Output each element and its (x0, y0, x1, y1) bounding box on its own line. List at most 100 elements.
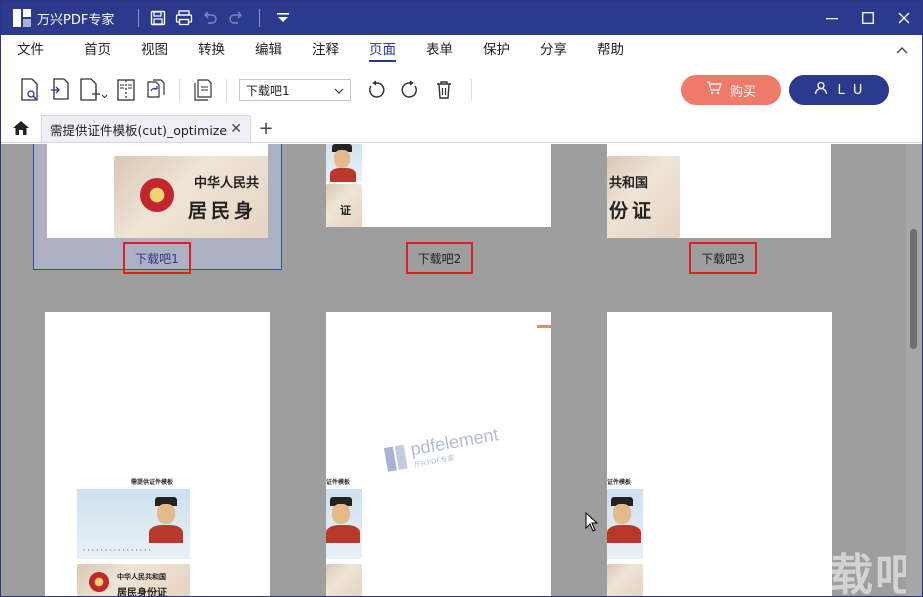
add-page-icon[interactable] (75, 73, 111, 107)
buy-button[interactable]: 购买 (681, 75, 781, 105)
card-text-line1: 共和国 (609, 176, 649, 191)
add-tab-icon[interactable]: + (251, 115, 281, 142)
rotate-right-icon[interactable] (395, 73, 425, 107)
portrait-face (332, 504, 350, 524)
id-card-front-image: · · · · · · · · · · · · · · · · (77, 489, 190, 559)
document-tab[interactable]: 需提供证件模板(cut)_optimize ✕ (41, 115, 251, 142)
scrollbar-thumb[interactable] (910, 229, 917, 349)
dropdown-icon[interactable] (272, 7, 294, 29)
card-text-small2: 居民身份证 (117, 588, 167, 596)
card-text-line2: 份证 (609, 200, 656, 222)
menu-convert[interactable]: 转换 (184, 35, 239, 65)
id-card-front-image (607, 489, 643, 559)
menu-bar: 文件 首页 视图 转换 编辑 注释 页面 表单 保护 分享 帮助 (1, 35, 922, 65)
close-tab-icon[interactable]: ✕ (230, 121, 242, 137)
portrait-robe (607, 525, 641, 543)
replace-page-icon[interactable] (141, 73, 171, 107)
rotate-left-icon[interactable] (361, 73, 391, 107)
print-icon[interactable] (173, 7, 195, 29)
divider (226, 79, 227, 101)
mouse-cursor-icon (585, 511, 599, 536)
page-thumbnail-3[interactable]: 共和国 份证 (607, 144, 831, 238)
pdfelement-logo-icon (383, 444, 408, 472)
minimize-icon[interactable] (814, 1, 850, 35)
split-page-icon[interactable] (111, 73, 141, 107)
app-window: 万兴PDF专家 文件 首页 视图 转换 编辑 注释 页面 表单 保护 分享 帮助… (0, 0, 923, 597)
close-icon[interactable] (886, 1, 922, 35)
page-thumbnail-2[interactable]: 证 (326, 144, 551, 227)
portrait-robe (326, 525, 360, 543)
chevron-up-icon[interactable] (896, 43, 908, 58)
user-account-button[interactable]: L U (789, 75, 889, 105)
portrait-face (157, 504, 175, 524)
user-icon (814, 81, 828, 99)
buy-label: 购买 (729, 84, 756, 100)
redo-icon[interactable] (225, 7, 247, 29)
id-card-back-image: 中华人民共和国 居民身份证 (77, 564, 190, 596)
save-icon[interactable] (147, 7, 169, 29)
page-labels-icon[interactable] (188, 73, 218, 107)
undo-icon[interactable] (199, 7, 221, 29)
page-marker (537, 325, 551, 328)
portrait-face (613, 504, 631, 524)
page-select-dropdown[interactable]: 下载吧1 (239, 79, 351, 101)
card-number-line: · · · · · · · · · · · · · · · · (83, 547, 151, 554)
menu-share[interactable]: 分享 (526, 35, 581, 65)
extract-page-icon[interactable] (15, 73, 45, 107)
delete-page-icon[interactable] (429, 73, 459, 107)
page-label-1[interactable]: 下载吧1 (123, 242, 191, 274)
doc-heading: 需提供证件模板 (131, 479, 174, 486)
card-text-line1: 中华人民共 (194, 176, 260, 191)
page-select-value: 下载吧1 (246, 83, 290, 98)
id-card-front-image (326, 489, 362, 559)
divider (138, 9, 140, 27)
national-emblem-icon (140, 178, 174, 212)
portrait-robe (330, 168, 356, 182)
window-controls (814, 1, 922, 35)
portrait-face (334, 150, 350, 168)
portrait-robe (149, 525, 183, 543)
id-card-back-image: 中华人民共 居民身 (114, 156, 268, 238)
menu-view[interactable]: 视图 (127, 35, 182, 65)
cart-icon (706, 81, 722, 99)
vertical-scrollbar[interactable] (906, 144, 922, 596)
menu-help[interactable]: 帮助 (583, 35, 638, 65)
menu-page[interactable]: 页面 (355, 35, 410, 65)
title-bar: 万兴PDF专家 (1, 1, 922, 35)
page-toolbar: 下载吧1 购买 L U (1, 65, 922, 115)
national-emblem-icon (89, 572, 109, 592)
card-text-zheng: 证 (340, 204, 351, 217)
menu-file[interactable]: 文件 (3, 35, 58, 65)
page-label-3[interactable]: 下载吧3 (689, 242, 757, 274)
home-icon[interactable] (1, 114, 41, 142)
page-thumbnail-1[interactable]: 中华人民共 居民身 (47, 144, 268, 238)
divider (259, 9, 261, 27)
menu-home[interactable]: 首页 (70, 35, 125, 65)
page-label-2[interactable]: 下载吧2 (406, 242, 473, 274)
id-card-back-image: 共和国 份证 (607, 156, 680, 238)
page-thumbnail-4[interactable]: 需提供证件模板 · · · · · · · · · · · · · · · · … (45, 312, 270, 596)
menu-protect[interactable]: 保护 (469, 35, 524, 65)
maximize-icon[interactable] (850, 1, 886, 35)
id-card-back-image (607, 564, 643, 596)
app-logo-icon (13, 9, 31, 27)
site-watermark: 下载吧 (783, 550, 921, 596)
id-card-back-image (326, 564, 362, 596)
id-card-back-image: 证 (326, 184, 362, 227)
app-title: 万兴PDF专家 (37, 12, 115, 28)
quick-access-toolbar (147, 7, 294, 29)
menu-form[interactable]: 表单 (412, 35, 467, 65)
page-thumbnail-grid: 中华人民共 居民身 下载吧1 证 下载吧2 共和国 份证 下载吧3 需提供证件模… (1, 144, 922, 596)
divider (471, 79, 472, 101)
user-label: L U (837, 82, 865, 98)
doc-heading: 证件模板 (326, 479, 351, 486)
menu-edit[interactable]: 编辑 (241, 35, 296, 65)
card-text-small1: 中华人民共和国 (117, 572, 166, 581)
divider (179, 79, 180, 101)
chevron-down-icon (334, 83, 344, 97)
document-tab-title: 需提供证件模板(cut)_optimize (50, 122, 228, 138)
doc-heading: 证件模板 (607, 479, 632, 486)
menu-comment[interactable]: 注释 (298, 35, 353, 65)
id-card-front-image (326, 144, 362, 182)
insert-page-icon[interactable] (45, 73, 75, 107)
